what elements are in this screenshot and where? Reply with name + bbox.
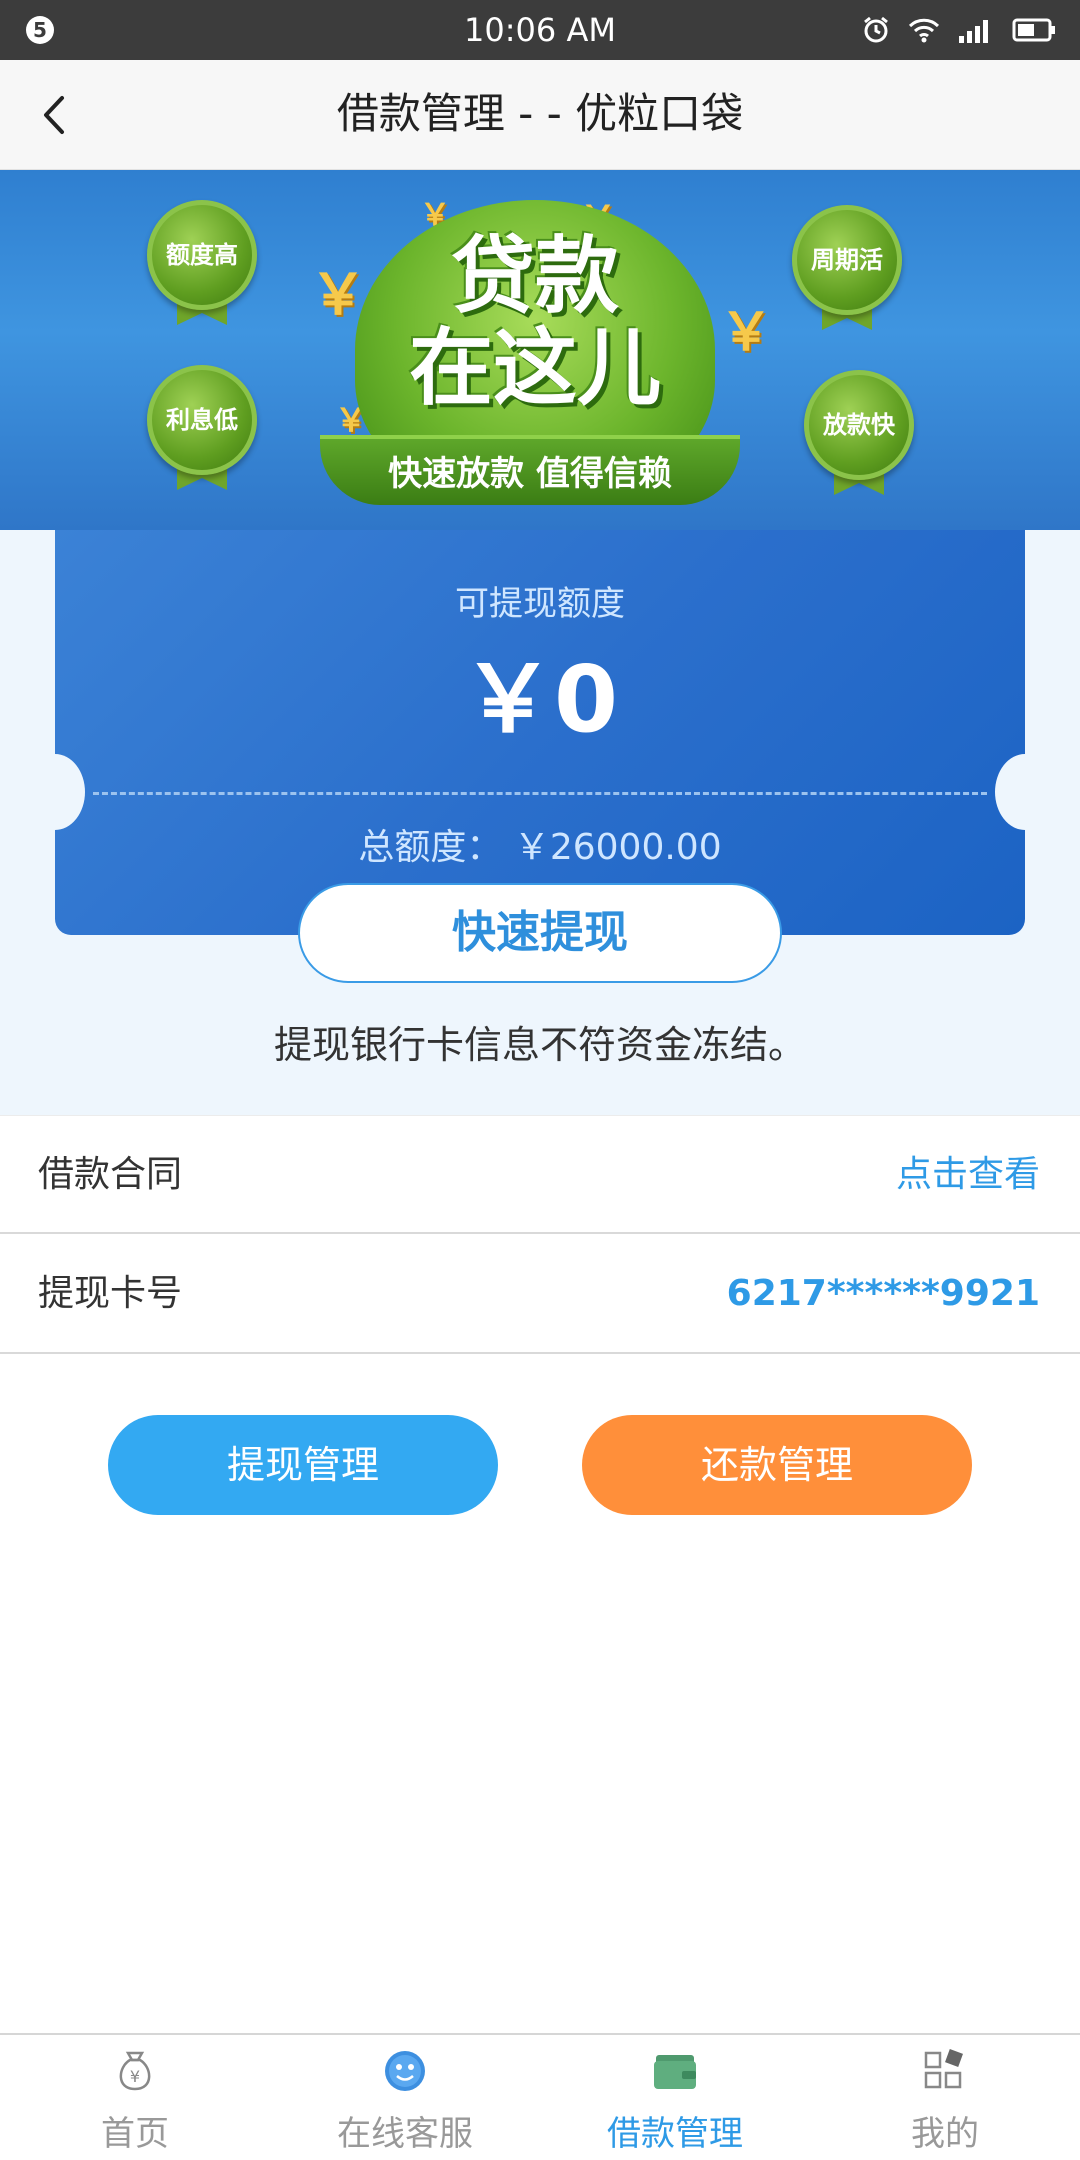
- nav-header: 借款管理 - - 优粒口袋: [0, 60, 1080, 170]
- tab-mine-label: 我的: [911, 2114, 979, 2154]
- banner-headline: 贷款 在这儿: [370, 230, 700, 414]
- balance-card: 可提现额度 ￥0 总额度： ￥26000.00: [55, 530, 1025, 935]
- banner-headline-line1: 贷款: [450, 227, 619, 325]
- available-amount-label: 可提现额度: [455, 584, 625, 624]
- total-amount-value: ￥26000.00: [513, 827, 722, 868]
- money-bag-icon: ¥: [119, 2051, 151, 2091]
- view-contract-link[interactable]: 点击查看: [896, 1152, 1040, 1198]
- withdraw-card-label: 提现卡号: [38, 1273, 183, 1314]
- repay-manage-button[interactable]: 还款管理: [582, 1415, 972, 1515]
- loan-contract-row[interactable]: 借款合同 点击查看: [0, 1115, 1080, 1234]
- badge-flexible-term: 周期活: [792, 205, 902, 315]
- freeze-notice: 提现银行卡信息不符资金冻结。: [273, 1023, 806, 1067]
- bottom-tab-bar: ¥ 首页 在线客服 借款管理 我的: [0, 2033, 1080, 2160]
- alarm-icon: [864, 16, 888, 43]
- banner-headline-line2: 在这儿: [408, 319, 661, 417]
- tab-customer-service[interactable]: 在线客服: [270, 2035, 540, 2160]
- card-notch-right: [995, 754, 1055, 830]
- tab-loan-management-label: 借款管理: [607, 2114, 743, 2154]
- grid-apps-icon: [924, 2049, 963, 2089]
- status-icons: [862, 14, 1056, 46]
- card-dashed-divider: [93, 792, 987, 795]
- tab-customer-service-label: 在线客服: [337, 2114, 473, 2154]
- banner-ribbon: 快速放款 值得信赖: [320, 435, 740, 505]
- badge-low-interest: 利息低: [147, 365, 257, 475]
- tab-home-label: 首页: [101, 2114, 169, 2154]
- tab-mine[interactable]: 我的: [810, 2035, 1080, 2160]
- yen-decoration-icon: ￥: [720, 303, 773, 363]
- page-title: 借款管理 - - 优粒口袋: [336, 89, 744, 138]
- withdraw-manage-button[interactable]: 提现管理: [108, 1415, 498, 1515]
- signal-icon: [959, 20, 988, 43]
- svg-text:¥: ¥: [130, 2067, 140, 2086]
- badge-fast-disbursal: 放款快: [804, 370, 914, 480]
- status-bar: 5 10:06 AM: [0, 0, 1080, 60]
- card-notch-left: [25, 754, 85, 830]
- loan-contract-label: 借款合同: [38, 1154, 183, 1195]
- battery-icon: [1012, 18, 1055, 42]
- wallet-icon: [654, 2055, 696, 2089]
- promo-banner[interactable]: ￥ ￥ ￥ ￥ ￥ ￥ 贷款 在这儿 快速放款 值得信赖 额度高 利息低 周期活…: [0, 170, 1080, 530]
- quick-withdraw-button[interactable]: 快速提现: [298, 883, 782, 983]
- available-amount: ￥0: [461, 646, 618, 753]
- withdraw-card-row: 提现卡号 6217******9921: [0, 1235, 1080, 1354]
- tab-home[interactable]: ¥ 首页: [0, 2035, 270, 2160]
- badge-high-limit: 额度高: [147, 200, 257, 310]
- total-amount-label: 总额度：: [358, 827, 503, 868]
- customer-service-icon: [385, 2051, 425, 2091]
- wifi-icon: [908, 18, 940, 43]
- yen-decoration-icon: ￥: [310, 263, 366, 328]
- withdraw-card-number: 6217******9921: [726, 1273, 1040, 1314]
- tab-loan-management[interactable]: 借款管理: [540, 2035, 810, 2160]
- total-amount-line: 总额度： ￥26000.00: [55, 825, 1025, 871]
